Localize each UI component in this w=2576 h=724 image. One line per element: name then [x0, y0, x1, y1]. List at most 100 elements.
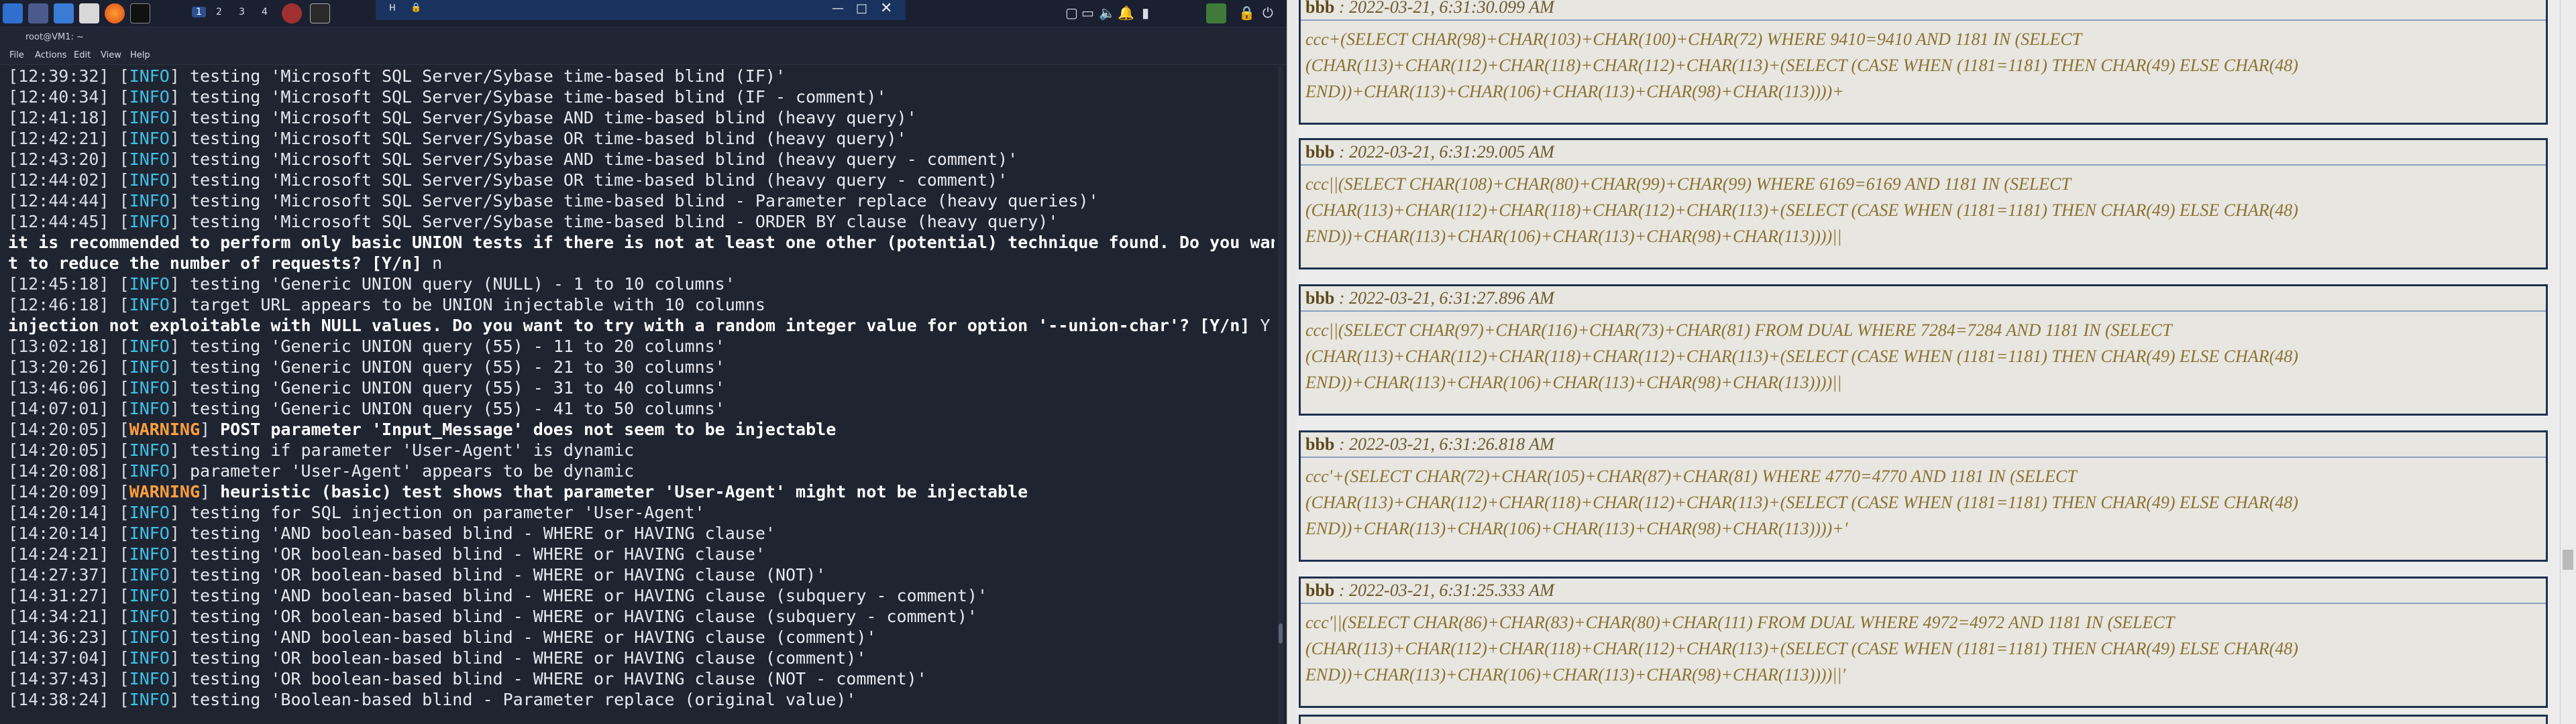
terminal-icon[interactable]: [130, 3, 150, 23]
menu-view[interactable]: View: [101, 50, 121, 60]
message-timestamp: : 2022-03-21, 6:31:27.896 AM: [1334, 288, 1554, 308]
log-level: INFO: [129, 503, 170, 522]
power-icon[interactable]: ⏻: [1263, 5, 1273, 21]
terminal-line: [14:24:21] [INFO] testing 'OR boolean-ba…: [8, 544, 765, 564]
log-level: INFO: [129, 690, 170, 709]
log-timestamp: 14:20:14: [18, 524, 99, 543]
terminal-line: [13:46:06] [INFO] testing 'Generic UNION…: [8, 378, 725, 398]
log-message: testing 'Generic UNION query (55) - 31 t…: [179, 378, 725, 398]
workspace-1[interactable]: 1: [192, 7, 206, 17]
log-message: testing 'AND boolean-based blind - WHERE…: [179, 524, 775, 543]
message-card: bbb : 2022-03-21, 6:31:27.896 AM ccc||(SE…: [1299, 284, 2548, 416]
log-level: INFO: [129, 87, 170, 107]
log-timestamp: 12:39:32: [18, 66, 99, 86]
log-timestamp: 14:24:21: [18, 544, 99, 564]
log-level: INFO: [129, 66, 170, 86]
log-timestamp: 13:20:26: [18, 357, 99, 377]
message-user: bbb: [1305, 434, 1335, 454]
log-level: WARNING: [129, 482, 200, 501]
desktop-icon[interactable]: [28, 3, 48, 23]
menu-file[interactable]: File: [9, 50, 24, 60]
message-card: bbb : 2022-03-21, 6:31:26.818 AM ccc'+(SE…: [1299, 430, 2548, 562]
workspace-4[interactable]: 4: [262, 7, 268, 17]
terminal-prompt-text: it is recommended to perform only basic …: [8, 233, 1275, 252]
firefox-icon[interactable]: [105, 3, 125, 23]
terminal-scrollbar-thumb[interactable]: [1279, 623, 1283, 644]
terminal-line: [14:37:43] [INFO] testing 'OR boolean-ba…: [8, 669, 927, 688]
terminal-prompt-text: t to reduce the number of requests? [Y/n…: [8, 253, 433, 273]
terminal-line: [12:42:21] [INFO] testing 'Microsoft SQL…: [8, 129, 907, 148]
log-message: testing 'Microsoft SQL Server/Sybase OR …: [179, 170, 1008, 190]
message-user: bbb: [1305, 142, 1335, 162]
terminal-line: [12:41:18] [INFO] testing 'Microsoft SQL…: [8, 108, 917, 127]
workspace-preview-icon[interactable]: [1206, 3, 1226, 23]
log-message: testing 'Generic UNION query (NULL) - 1 …: [179, 274, 735, 294]
close-icon[interactable]: ✕: [880, 0, 892, 17]
terminal-line: [14:20:09] [WARNING] heuristic (basic) t…: [8, 482, 1028, 501]
message-timestamp: : 2022-03-21, 6:31:29.005 AM: [1334, 142, 1554, 162]
terminal-title: root@VM1: ~: [25, 32, 84, 42]
log-message: testing 'Microsoft SQL Server/Sybase tim…: [179, 66, 786, 86]
message-body: ccc'+(SELECT CHAR(72)+CHAR(105)+CHAR(87)…: [1305, 467, 2298, 538]
log-message: testing 'AND boolean-based blind - WHERE…: [179, 586, 988, 605]
log-level: INFO: [129, 170, 170, 190]
app-icon-terminal[interactable]: [310, 3, 330, 23]
workspace-2[interactable]: 2: [216, 7, 222, 17]
terminal-prompt-answer: Y: [1260, 316, 1271, 335]
terminal-title-bar: root@VM1: ~: [0, 28, 1288, 47]
message-body: ccc+(SELECT CHAR(98)+CHAR(103)+CHAR(100)…: [1305, 29, 2298, 101]
volume-icon[interactable]: 🔈: [1099, 5, 1116, 21]
kali-menu-icon[interactable]: [3, 3, 23, 23]
terminal-line: [14:20:08] [INFO] parameter 'User-Agent'…: [8, 461, 635, 481]
left-pane: 1 2 3 4 H 🔒 — □ ✕ ▢ ▭ 🔈 🔔 ▮ 🔒 ⏻ root@VM1…: [0, 0, 1288, 724]
log-level: INFO: [129, 108, 170, 127]
app-icon-red[interactable]: [282, 3, 302, 23]
menu-actions[interactable]: Actions: [35, 50, 67, 60]
message-log-scrollbar[interactable]: [2560, 0, 2576, 724]
log-level: INFO: [129, 357, 170, 377]
log-message: testing 'OR boolean-based blind - WHERE …: [179, 565, 826, 585]
display-icon[interactable]: ▭: [1081, 5, 1094, 21]
message-header: bbb : 2022-03-21, 6:31:26.818 AM: [1301, 432, 2546, 458]
window-title-prefix: H: [389, 3, 396, 13]
lock-screen-icon[interactable]: 🔒: [1238, 5, 1255, 21]
message-user: bbb: [1305, 0, 1335, 17]
log-timestamp: 14:20:14: [18, 503, 99, 522]
split-divider[interactable]: [1287, 0, 1298, 724]
terminal-line: it is recommended to perform only basic …: [0, 232, 1275, 253]
maximize-icon[interactable]: □: [856, 1, 867, 15]
workspace-3[interactable]: 3: [239, 7, 245, 17]
message-card: bbb : 2022-03-21, 6:31:25.333 AM ccc'||(S…: [1299, 577, 2548, 708]
menu-help[interactable]: Help: [130, 50, 150, 60]
log-timestamp: 14:37:04: [18, 648, 99, 668]
file-manager-icon[interactable]: [54, 3, 74, 23]
terminal-line: [12:45:18] [INFO] testing 'Generic UNION…: [8, 274, 735, 294]
log-message: testing 'OR boolean-based blind - WHERE …: [179, 648, 867, 668]
log-timestamp: 12:44:45: [18, 212, 99, 231]
terminal-line: [14:07:01] [INFO] testing 'Generic UNION…: [8, 399, 725, 418]
log-message: testing 'OR boolean-based blind - WHERE …: [179, 669, 927, 688]
log-timestamp: 12:43:20: [18, 149, 99, 169]
notification-bell-icon[interactable]: 🔔: [1118, 5, 1134, 21]
terminal-prompt-text: injection not exploitable with NULL valu…: [8, 316, 1260, 335]
log-level: INFO: [129, 648, 170, 668]
terminal-line: [14:38:24] [INFO] testing 'Boolean-based…: [8, 690, 857, 709]
log-timestamp: 14:20:09: [18, 482, 99, 501]
log-timestamp: 12:42:21: [18, 129, 99, 148]
log-message: testing 'AND boolean-based blind - WHERE…: [179, 627, 877, 647]
message-log-scrollbar-thumb[interactable]: [2563, 550, 2573, 570]
menu-edit[interactable]: Edit: [74, 50, 91, 60]
window-list-icon[interactable]: ▢: [1065, 5, 1078, 21]
log-message: testing 'OR boolean-based blind - WHERE …: [179, 544, 765, 564]
terminal-line: injection not exploitable with NULL valu…: [0, 315, 1275, 336]
text-editor-icon[interactable]: [79, 3, 99, 23]
minimize-icon[interactable]: —: [832, 1, 844, 15]
terminal-output[interactable]: [12:39:32] [INFO] testing 'Microsoft SQL…: [0, 66, 1275, 724]
terminal-line: [14:36:23] [INFO] testing 'AND boolean-b…: [8, 627, 877, 647]
lock-icon: 🔒: [411, 3, 422, 13]
active-window-title-bar[interactable]: H 🔒 — □ ✕: [376, 0, 906, 20]
terminal-line: [12:40:34] [INFO] testing 'Microsoft SQL…: [8, 87, 887, 107]
terminal-line: t to reduce the number of requests? [Y/n…: [0, 253, 1275, 274]
battery-icon[interactable]: ▮: [1142, 5, 1149, 21]
message-header: bbb : 2022-03-21, 6:31:29.005 AM: [1301, 140, 2546, 166]
